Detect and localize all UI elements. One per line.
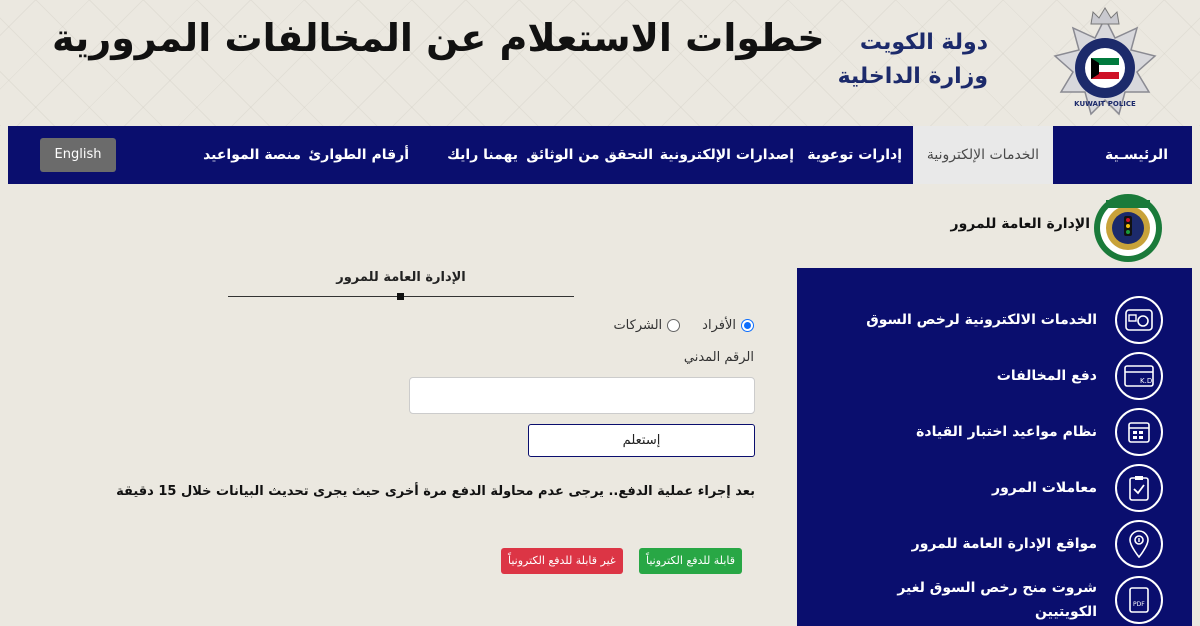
radio-companies[interactable]: الشركات [613, 318, 681, 333]
state-name-line: دولة الكويت [859, 30, 988, 55]
traffic-department-logo [1094, 194, 1162, 262]
sidebar-item-license-services[interactable]: الخدمات الالكترونية لرخص السوق [797, 292, 1192, 348]
license-card-icon [1115, 296, 1163, 344]
sidebar-item-license-conditions-non-kuwaitis[interactable]: PDF شروت منح رخص السوق لغير الكويتيين [797, 572, 1192, 626]
sidebar-item-pay-violations[interactable]: K.D دفع المخالفات [797, 348, 1192, 404]
form-title-divider-marker [397, 293, 404, 300]
pdf-document-icon: PDF [1115, 576, 1163, 624]
ministry-name: دولة الكويت وزارة الداخلية [838, 26, 988, 94]
kuwait-police-logo: KUWAIT POLICE [1053, 7, 1157, 116]
nav-appointments[interactable]: منصة المواعيد [203, 126, 301, 184]
nav-emergency-numbers[interactable]: أرقام الطوارئ [308, 126, 409, 184]
sidebar-item-traffic-transactions[interactable]: معاملات المرور [797, 460, 1192, 516]
sidebar-label: نظام مواعيد اختبار القيادة [916, 424, 1097, 440]
nav-home[interactable]: الرئيسـية [1105, 126, 1168, 184]
page-heading: خطوات الاستعلام عن المخالفات المرورية [52, 16, 826, 60]
department-title: الإدارة العامة للمرور [950, 216, 1090, 232]
sidebar-label: معاملات المرور [992, 480, 1097, 496]
sidebar-item-driving-test-appointments[interactable]: نظام مواعيد اختبار القيادة [797, 404, 1192, 460]
radio-individuals-indicator[interactable] [741, 319, 754, 332]
pdf-document-icon-text: PDF [1133, 601, 1145, 608]
radio-individuals-label: الأفراد [702, 318, 736, 333]
payable-online-badge: قابلة للدفع الكترونياً [639, 548, 742, 574]
radio-companies-label: الشركات [613, 318, 663, 333]
clipboard-check-icon [1115, 464, 1163, 512]
nav-e-publications[interactable]: إصدارات الإلكترونية [660, 126, 794, 184]
services-sidebar: الخدمات الالكترونية لرخص السوق K.D دفع ا… [797, 268, 1192, 626]
sidebar-label: مواقع الإدارة العامة للمرور [911, 536, 1097, 552]
nav-awareness[interactable]: إدارات توعوية [807, 126, 902, 184]
form-title: الإدارة العامة للمرور [336, 270, 466, 285]
calendar-icon [1115, 408, 1163, 456]
civil-id-label: الرقم المدني [683, 350, 754, 365]
nav-document-verification[interactable]: التحقق من الوثائق [526, 126, 653, 184]
logo-text: KUWAIT POLICE [1074, 100, 1136, 108]
location-pin-icon [1115, 520, 1163, 568]
sidebar-label: دفع المخالفات [996, 368, 1097, 384]
sidebar-label: شروت منح رخص السوق لغير الكويتيين [897, 580, 1097, 620]
radio-companies-indicator[interactable] [667, 319, 681, 332]
ministry-name-line: وزارة الداخلية [837, 64, 988, 89]
payment-note: بعد إجراء عملية الدفع.. يرجى عدم محاولة … [116, 484, 755, 499]
nav-e-services[interactable]: الخدمات الإلكترونية [912, 126, 1053, 184]
applicant-type-radio-group: الأفراد الشركات [613, 318, 754, 333]
language-button[interactable]: English [40, 138, 116, 172]
payment-card-icon: K.D [1115, 352, 1163, 400]
radio-individuals[interactable]: الأفراد [702, 318, 754, 333]
main-navbar: الرئيسـية الخدمات الإلكترونية إدارات توع… [8, 126, 1192, 184]
sidebar-item-department-locations[interactable]: مواقع الإدارة العامة للمرور [797, 516, 1192, 572]
civil-id-input[interactable] [409, 377, 755, 414]
nav-feedback[interactable]: يهمنا رايك [447, 126, 518, 184]
not-payable-online-badge: غير قابلة للدفع الكترونياً [501, 548, 623, 574]
sidebar-label: الخدمات الالكترونية لرخص السوق [866, 312, 1097, 328]
payment-card-icon-text: K.D [1140, 377, 1152, 385]
query-button[interactable]: إستعلم [528, 424, 755, 457]
